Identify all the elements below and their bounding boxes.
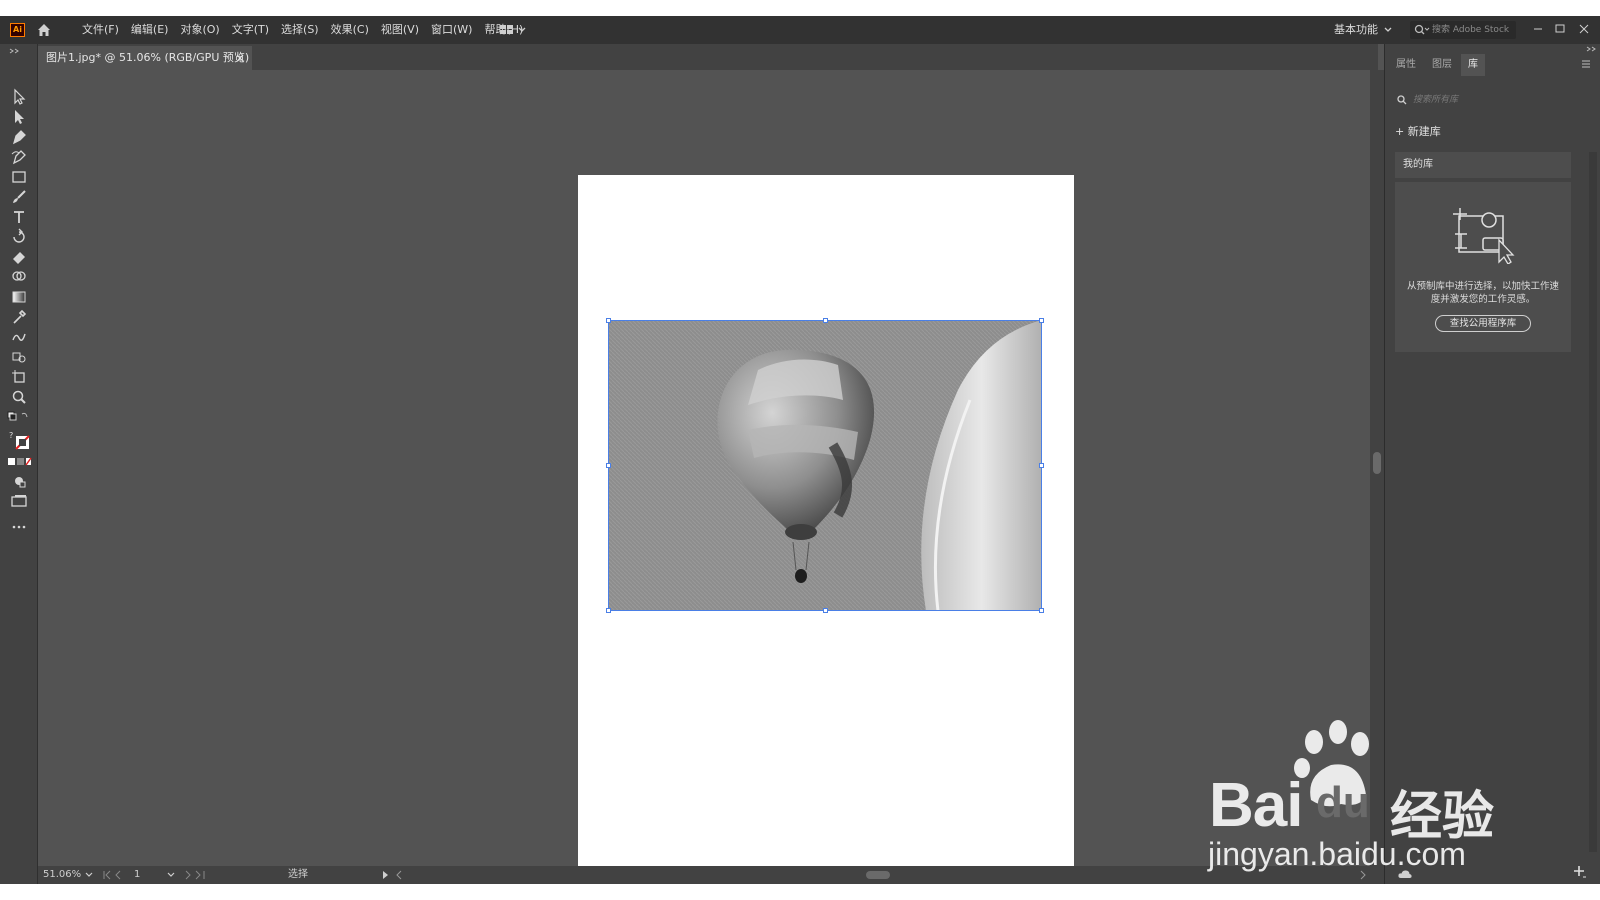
library-search-input[interactable]: 搜索所有库 xyxy=(1395,90,1583,110)
zoom-tool-icon[interactable] xyxy=(10,388,28,406)
document-tab-bar: 图片1.jpg* @ 51.06% (RGB/GPU 预览) × xyxy=(38,44,1378,70)
tab-properties[interactable]: 属性 xyxy=(1389,54,1423,76)
svg-text:?: ? xyxy=(9,431,13,440)
fill-stroke-icon[interactable]: ? xyxy=(6,428,32,454)
menu-view[interactable]: 视图(V) xyxy=(375,16,425,44)
rectangle-tool-icon[interactable] xyxy=(10,168,28,186)
resize-handle-bottom[interactable] xyxy=(823,608,828,613)
tools-panel: ? xyxy=(0,44,38,884)
main-menu: 文件(F) 编辑(E) 对象(O) 文字(T) 选择(S) 效果(C) 视图(V… xyxy=(76,16,529,44)
panel-scrollbar[interactable] xyxy=(1589,152,1597,852)
first-prev-artboard-icon[interactable] xyxy=(102,870,130,880)
home-icon[interactable] xyxy=(36,22,52,38)
eyedropper-tool-icon[interactable] xyxy=(10,308,28,326)
horizontal-scroll-thumb[interactable] xyxy=(866,871,890,879)
adobe-stock-search[interactable]: 搜索 Adobe Stock xyxy=(1410,21,1516,39)
rotate-tool-icon[interactable] xyxy=(10,228,28,246)
panel-menu-icon[interactable] xyxy=(1581,59,1591,69)
status-menu-arrow-icon[interactable] xyxy=(380,870,390,880)
new-library-button[interactable]: + 新建库 xyxy=(1395,124,1441,140)
chevron-down-icon[interactable] xyxy=(1384,26,1392,34)
close-window-icon[interactable] xyxy=(1574,20,1594,38)
menu-bar: Ai 文件(F) 编辑(E) 对象(O) 文字(T) 选择(S) 效果(C) 视… xyxy=(0,16,1600,44)
maximize-icon[interactable] xyxy=(1550,20,1570,38)
canvas-area[interactable] xyxy=(38,70,1370,866)
arrange-documents-icon[interactable] xyxy=(498,23,530,37)
menu-type[interactable]: 文字(T) xyxy=(226,16,275,44)
vertical-scroll-thumb[interactable] xyxy=(1373,452,1381,474)
resize-handle-top[interactable] xyxy=(823,318,828,323)
next-last-artboard-icon[interactable] xyxy=(182,870,210,880)
resize-handle-right[interactable] xyxy=(1039,463,1044,468)
my-library-item[interactable]: 我的库 xyxy=(1395,152,1571,178)
tab-libraries[interactable]: 库 xyxy=(1461,54,1485,76)
menu-object[interactable]: 对象(O) xyxy=(174,16,225,44)
vertical-scrollbar[interactable] xyxy=(1370,70,1384,866)
scroll-right-icon[interactable] xyxy=(1358,870,1368,880)
selection-bounding-box[interactable] xyxy=(608,320,1042,611)
shape-builder-tool-icon[interactable] xyxy=(10,268,28,286)
direct-selection-tool-icon[interactable] xyxy=(10,108,28,126)
menu-window[interactable]: 窗口(W) xyxy=(425,16,478,44)
status-bar: 51.06% 1 选择 xyxy=(38,866,1384,884)
library-search-placeholder: 搜索所有库 xyxy=(1413,95,1459,105)
type-tool-icon[interactable] xyxy=(10,208,28,226)
selection-tool-icon[interactable] xyxy=(10,88,28,106)
screen-mode-icon[interactable] xyxy=(10,492,28,510)
more-tools-icon[interactable] xyxy=(10,518,28,536)
paintbrush-tool-icon[interactable] xyxy=(10,188,28,206)
pen-tool-icon[interactable] xyxy=(10,128,28,146)
resize-handle-top-right[interactable] xyxy=(1039,318,1044,323)
default-colors-icon[interactable] xyxy=(6,408,32,426)
resize-handle-top-left[interactable] xyxy=(606,318,611,323)
minimize-icon[interactable] xyxy=(1528,20,1548,38)
document-tab-title: 图片1.jpg* @ 51.06% (RGB/GPU 预览) xyxy=(46,51,250,64)
resize-handle-bottom-right[interactable] xyxy=(1039,608,1044,613)
scroll-left-icon[interactable] xyxy=(394,870,404,880)
collapse-panel-icon[interactable] xyxy=(8,48,30,54)
menu-file[interactable]: 文件(F) xyxy=(76,16,125,44)
add-content-icon[interactable] xyxy=(1573,865,1587,879)
close-tab-icon[interactable]: × xyxy=(234,46,246,70)
symbol-sprayer-tool-icon[interactable] xyxy=(10,348,28,366)
stock-search-placeholder: 搜索 Adobe Stock xyxy=(1432,25,1510,35)
library-empty-state: 从预制库中进行选择，以加快工作速度并激发您的工作灵感。 查找公用程序库 xyxy=(1395,182,1571,352)
artboard-tool-icon[interactable] xyxy=(10,368,28,386)
find-utility-libraries-button[interactable]: 查找公用程序库 xyxy=(1435,315,1531,332)
color-mode-icon[interactable] xyxy=(6,456,32,468)
search-icon xyxy=(1414,24,1430,35)
app-logo: Ai xyxy=(10,23,25,37)
resize-handle-bottom-left[interactable] xyxy=(606,608,611,613)
zoom-level[interactable]: 51.06% xyxy=(43,866,81,884)
curvature-tool-icon[interactable] xyxy=(10,148,28,166)
gradient-tool-icon[interactable] xyxy=(10,288,28,306)
resize-handle-left[interactable] xyxy=(606,463,611,468)
tab-layers[interactable]: 图层 xyxy=(1425,54,1459,76)
panel-tabs: 属性 图层 库 xyxy=(1385,54,1600,76)
artboard-dropdown-icon[interactable] xyxy=(166,871,176,879)
artboard-number[interactable]: 1 xyxy=(134,866,140,884)
blend-tool-icon[interactable] xyxy=(10,328,28,346)
menu-effect[interactable]: 效果(C) xyxy=(325,16,375,44)
library-description: 从预制库中进行选择，以加快工作速度并激发您的工作灵感。 xyxy=(1406,281,1559,305)
library-illustration-icon xyxy=(1453,208,1515,264)
menu-edit[interactable]: 编辑(E) xyxy=(125,16,175,44)
search-icon xyxy=(1397,95,1407,105)
menu-select[interactable]: 选择(S) xyxy=(275,16,325,44)
illustrator-window: Ai 文件(F) 编辑(E) 对象(O) 文字(T) 选择(S) 效果(C) 视… xyxy=(0,16,1600,884)
drawing-mode-icon[interactable] xyxy=(10,472,28,490)
document-tab[interactable]: 图片1.jpg* @ 51.06% (RGB/GPU 预览) × xyxy=(38,46,252,70)
libraries-panel: 属性 图层 库 搜索所有库 + 新建库 我的库 从预制库中进行选择，以加快工作速… xyxy=(1384,44,1600,884)
zoom-dropdown-icon[interactable] xyxy=(84,871,94,879)
cloud-sync-icon[interactable] xyxy=(1397,868,1413,880)
eraser-tool-icon[interactable] xyxy=(10,248,28,266)
current-tool-status: 选择 xyxy=(288,869,308,880)
workspace-switcher[interactable]: 基本功能 xyxy=(1334,16,1378,44)
expand-panel-icon[interactable] xyxy=(1585,46,1597,52)
